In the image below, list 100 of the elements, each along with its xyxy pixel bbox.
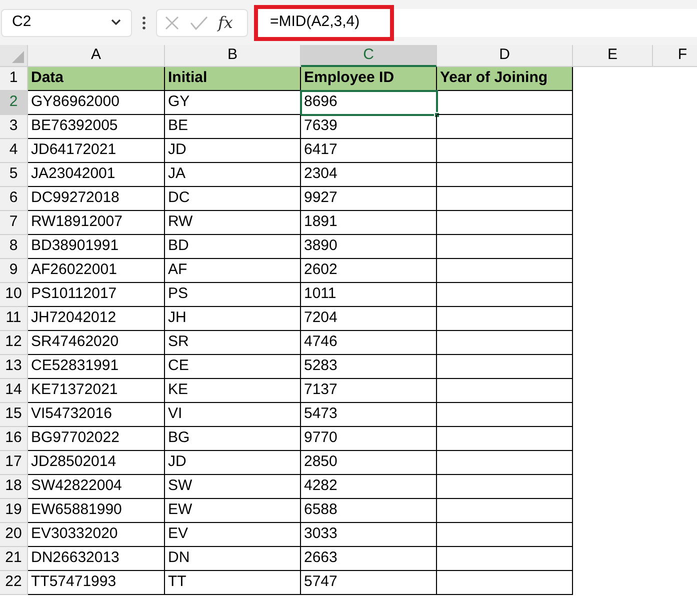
table-cell: BD	[165, 235, 301, 259]
row-header[interactable]: 5	[0, 163, 28, 187]
table-cell: VI54732016	[28, 403, 165, 427]
table-cell: JD	[165, 451, 301, 475]
row-header[interactable]: 16	[0, 427, 28, 451]
table-cell: BD38901991	[28, 235, 165, 259]
row-header[interactable]: 11	[0, 307, 28, 331]
table-cell: 8696	[301, 91, 437, 115]
table-cell: 1011	[301, 283, 437, 307]
table-cell: BG97702022	[28, 427, 165, 451]
column-heading-cell: Employee ID	[301, 67, 437, 91]
table-cell: BE	[165, 115, 301, 139]
column-header[interactable]: D	[437, 45, 573, 67]
chevron-down-icon	[111, 19, 121, 26]
table-cell: PS10112017	[28, 283, 165, 307]
table-cell: 5283	[301, 355, 437, 379]
table-cell: JH	[165, 307, 301, 331]
table-cell: VI	[165, 403, 301, 427]
table-cell: AF26022001	[28, 259, 165, 283]
column-heading-cell: Initial	[165, 67, 301, 91]
name-box[interactable]: C2	[1, 8, 132, 36]
column-header[interactable]: A	[28, 45, 165, 67]
select-all-corner[interactable]	[0, 45, 28, 67]
table-cell: JD	[165, 139, 301, 163]
table-cell: 2663	[301, 547, 437, 571]
table-cell: 9927	[301, 187, 437, 211]
table-cell: SR47462020	[28, 331, 165, 355]
row-header[interactable]: 19	[0, 499, 28, 523]
row-header[interactable]: 3	[0, 115, 28, 139]
row-header[interactable]: 12	[0, 331, 28, 355]
row-header[interactable]: 22	[0, 571, 28, 595]
check-icon[interactable]	[190, 14, 208, 30]
table-cell: 2850	[301, 451, 437, 475]
table-cell: KE	[165, 379, 301, 403]
column-header[interactable]: F	[653, 45, 697, 67]
row-header[interactable]: 17	[0, 451, 28, 475]
formula-text: =MID(A2,3,4)	[270, 12, 360, 32]
table-cell: 7204	[301, 307, 437, 331]
table-cell: SR	[165, 331, 301, 355]
table-cell: 3033	[301, 523, 437, 547]
table-cell: TT	[165, 571, 301, 595]
table-cell: JH72042012	[28, 307, 165, 331]
column-heading-cell: Data	[28, 67, 165, 91]
column-heading-cell: Year of Joining	[437, 67, 573, 91]
row-header[interactable]: 10	[0, 283, 28, 307]
more-vertical-icon[interactable]	[142, 16, 146, 30]
triangle-icon	[12, 51, 24, 63]
row-header[interactable]: 9	[0, 259, 28, 283]
row-header[interactable]: 15	[0, 403, 28, 427]
table-cell: GY86962000	[28, 91, 165, 115]
table-cell: 6417	[301, 139, 437, 163]
table-cell: DN	[165, 547, 301, 571]
table-cell: BG	[165, 427, 301, 451]
row-header[interactable]: 21	[0, 547, 28, 571]
close-icon[interactable]	[164, 14, 180, 30]
row-header[interactable]: 13	[0, 355, 28, 379]
table-cell: 3890	[301, 235, 437, 259]
table-cell: JD64172021	[28, 139, 165, 163]
column-header[interactable]: E	[573, 45, 653, 67]
table-cell: 9770	[301, 427, 437, 451]
row-header[interactable]: 1	[0, 67, 28, 91]
table-cell: JA	[165, 163, 301, 187]
row-header[interactable]: 18	[0, 475, 28, 499]
row-header[interactable]: 14	[0, 379, 28, 403]
row-header[interactable]: 2	[0, 91, 28, 115]
table-cell: EV	[165, 523, 301, 547]
table-cell: 6588	[301, 499, 437, 523]
table-cell: 5473	[301, 403, 437, 427]
table-cell: JD28502014	[28, 451, 165, 475]
table-cell: DC99272018	[28, 187, 165, 211]
table-cell: SW42822004	[28, 475, 165, 499]
table-cell: EW	[165, 499, 301, 523]
table-cell: EW65881990	[28, 499, 165, 523]
table-cell: TT57471993	[28, 571, 165, 595]
table-cell: 2304	[301, 163, 437, 187]
table-cell: PS	[165, 283, 301, 307]
table-cell: JA23042001	[28, 163, 165, 187]
table-cell: RW	[165, 211, 301, 235]
column-header[interactable]: B	[165, 45, 301, 67]
function-button[interactable]: fx	[218, 10, 233, 34]
table-cell: RW18912007	[28, 211, 165, 235]
table-cell: KE71372021	[28, 379, 165, 403]
table-cell: DC	[165, 187, 301, 211]
table-cell: CE52831991	[28, 355, 165, 379]
table-cell: DN26632013	[28, 547, 165, 571]
table-cell: EV30332020	[28, 523, 165, 547]
table-cell: 1891	[301, 211, 437, 235]
row-header[interactable]: 6	[0, 187, 28, 211]
table-cell: 2602	[301, 259, 437, 283]
table-cell: 7137	[301, 379, 437, 403]
row-header[interactable]: 7	[0, 211, 28, 235]
row-header[interactable]: 8	[0, 235, 28, 259]
column-header[interactable]: C	[301, 45, 437, 67]
row-header[interactable]: 20	[0, 523, 28, 547]
table-cell: CE	[165, 355, 301, 379]
table-cell: BE76392005	[28, 115, 165, 139]
table-cell: 4746	[301, 331, 437, 355]
row-header[interactable]: 4	[0, 139, 28, 163]
table-cell: 5747	[301, 571, 437, 595]
table-cell: SW	[165, 475, 301, 499]
